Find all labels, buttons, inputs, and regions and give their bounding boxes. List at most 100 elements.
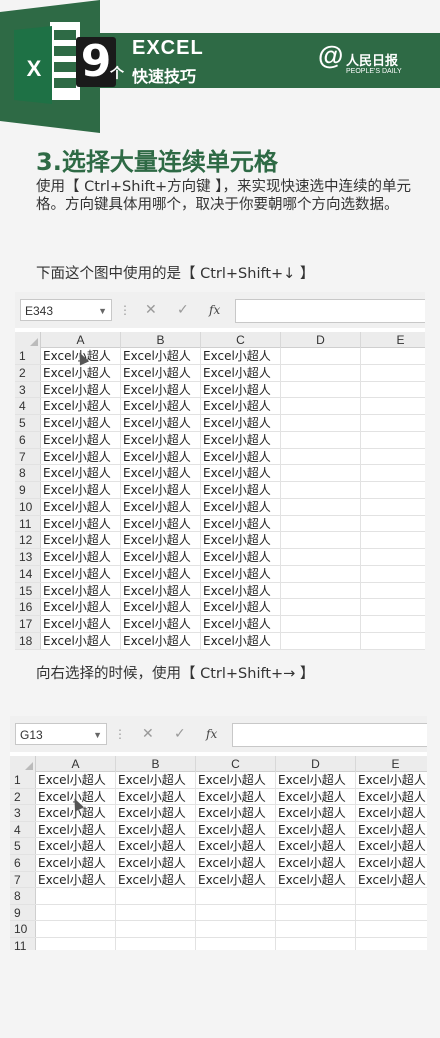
cell-d5[interactable]: Excel小超人 xyxy=(276,838,356,854)
column-header-a[interactable]: A xyxy=(36,756,116,772)
cell-c8[interactable]: Excel小超人 xyxy=(201,465,281,481)
cell-a1[interactable]: Excel小超人 xyxy=(36,772,116,788)
cell-d7[interactable]: Excel小超人 xyxy=(276,871,356,888)
cell-c7[interactable]: Excel小超人 xyxy=(201,448,281,465)
cell-a4[interactable]: Excel小超人 xyxy=(41,398,121,414)
cell-c4[interactable]: Excel小超人 xyxy=(196,821,276,838)
cell-e13[interactable] xyxy=(361,549,425,565)
cell-d2[interactable] xyxy=(281,364,361,381)
cell-a11[interactable]: Excel小超人 xyxy=(41,515,121,532)
cancel-icon[interactable]: ✕ xyxy=(142,723,154,745)
cell-e6[interactable] xyxy=(361,432,425,448)
column-header-a[interactable]: A xyxy=(41,332,121,348)
cell-c1[interactable]: Excel小超人 xyxy=(196,772,276,788)
row-header[interactable]: 11 xyxy=(10,938,36,950)
cell-e15[interactable] xyxy=(361,583,425,599)
cell-d15[interactable] xyxy=(281,582,361,599)
cell-c9[interactable]: Excel小超人 xyxy=(201,482,281,498)
cell-b15[interactable]: Excel小超人 xyxy=(121,582,201,599)
row-header[interactable]: 9 xyxy=(10,904,36,921)
cell-e1[interactable] xyxy=(361,348,425,364)
row-header[interactable]: 6 xyxy=(15,431,41,448)
cell-e17[interactable] xyxy=(361,616,425,632)
cell-a15[interactable]: Excel小超人 xyxy=(41,582,121,599)
cell-a14[interactable]: Excel小超人 xyxy=(41,565,121,582)
cell-b11[interactable]: Excel小超人 xyxy=(121,515,201,532)
cell-d6[interactable]: Excel小超人 xyxy=(276,855,356,871)
cell-a18[interactable]: Excel小超人 xyxy=(41,632,121,649)
row-header[interactable]: 12 xyxy=(15,532,41,548)
cell-c1[interactable]: Excel小超人 xyxy=(201,348,281,364)
cell-b17[interactable]: Excel小超人 xyxy=(121,616,201,632)
cell-d7[interactable] xyxy=(281,448,361,465)
row-header[interactable]: 9 xyxy=(15,482,41,498)
cell-e2[interactable] xyxy=(361,365,425,381)
cell-d5[interactable] xyxy=(281,415,361,431)
cell-b4[interactable]: Excel小超人 xyxy=(121,398,201,414)
cell-d1[interactable] xyxy=(281,348,361,364)
cell-e8[interactable] xyxy=(361,465,425,481)
cell-a6[interactable]: Excel小超人 xyxy=(41,431,121,448)
row-header[interactable]: 5 xyxy=(10,838,36,854)
cell-b4[interactable]: Excel小超人 xyxy=(116,821,196,838)
cell-d11[interactable] xyxy=(276,938,356,950)
cell-d17[interactable] xyxy=(281,616,361,632)
cell-a9[interactable]: Excel小超人 xyxy=(41,482,121,498)
cell-b7[interactable]: Excel小超人 xyxy=(116,871,196,888)
chevron-down-icon[interactable]: ▼ xyxy=(93,724,102,746)
cell-b14[interactable]: Excel小超人 xyxy=(121,565,201,582)
cell-e6[interactable]: Excel小超人 xyxy=(356,855,427,871)
column-header-b[interactable]: B xyxy=(121,332,201,348)
cell-a7[interactable]: Excel小超人 xyxy=(36,871,116,888)
cell-d11[interactable] xyxy=(281,515,361,532)
cell-b13[interactable]: Excel小超人 xyxy=(121,549,201,565)
cell-e14[interactable] xyxy=(361,566,425,582)
cell-b1[interactable]: Excel小超人 xyxy=(116,772,196,788)
cell-c12[interactable]: Excel小超人 xyxy=(201,532,281,548)
cell-a4[interactable]: Excel小超人 xyxy=(36,821,116,838)
cell-a5[interactable]: Excel小超人 xyxy=(41,415,121,431)
cell-b16[interactable]: Excel小超人 xyxy=(121,599,201,615)
column-header-d[interactable]: D xyxy=(281,332,361,348)
row-header[interactable]: 3 xyxy=(10,805,36,821)
cell-e11[interactable] xyxy=(361,516,425,532)
cell-c13[interactable]: Excel小超人 xyxy=(201,549,281,565)
row-header[interactable]: 5 xyxy=(15,415,41,431)
cell-b8[interactable]: Excel小超人 xyxy=(121,465,201,481)
cell-a5[interactable]: Excel小超人 xyxy=(36,838,116,854)
cell-a7[interactable]: Excel小超人 xyxy=(41,448,121,465)
row-header[interactable]: 10 xyxy=(10,921,36,937)
chevron-down-icon[interactable]: ▼ xyxy=(98,300,107,322)
cell-d4[interactable]: Excel小超人 xyxy=(276,821,356,838)
cell-a8[interactable]: Excel小超人 xyxy=(41,465,121,481)
row-header[interactable]: 7 xyxy=(15,448,41,465)
cell-d13[interactable] xyxy=(281,549,361,565)
confirm-icon[interactable]: ✓ xyxy=(174,723,186,745)
cell-e8[interactable] xyxy=(356,888,427,904)
cancel-icon[interactable]: ✕ xyxy=(145,299,157,321)
row-header[interactable]: 8 xyxy=(15,465,41,481)
cell-c6[interactable]: Excel小超人 xyxy=(201,431,281,448)
cell-b6[interactable]: Excel小超人 xyxy=(116,855,196,871)
row-header[interactable]: 4 xyxy=(15,398,41,414)
cell-b3[interactable]: Excel小超人 xyxy=(121,381,201,398)
row-header[interactable]: 11 xyxy=(15,515,41,532)
cell-d8[interactable] xyxy=(281,465,361,481)
cell-c3[interactable]: Excel小超人 xyxy=(201,381,281,398)
cell-d9[interactable] xyxy=(281,482,361,498)
cell-b9[interactable]: Excel小超人 xyxy=(121,482,201,498)
cell-d18[interactable] xyxy=(281,632,361,649)
column-header-b[interactable]: B xyxy=(116,756,196,772)
cell-e5[interactable] xyxy=(361,415,425,431)
cell-c2[interactable]: Excel小超人 xyxy=(201,364,281,381)
select-all-corner[interactable] xyxy=(15,332,41,348)
cell-c2[interactable]: Excel小超人 xyxy=(196,788,276,805)
cell-c7[interactable]: Excel小超人 xyxy=(196,871,276,888)
cell-d9[interactable] xyxy=(276,904,356,921)
formula-input[interactable] xyxy=(232,723,427,747)
cell-b1[interactable]: Excel小超人 xyxy=(121,348,201,364)
name-box[interactable]: E343 ▼ xyxy=(20,299,112,321)
column-header-c[interactable]: C xyxy=(201,332,281,348)
cell-e3[interactable] xyxy=(361,382,425,398)
cell-a8[interactable] xyxy=(36,888,116,904)
